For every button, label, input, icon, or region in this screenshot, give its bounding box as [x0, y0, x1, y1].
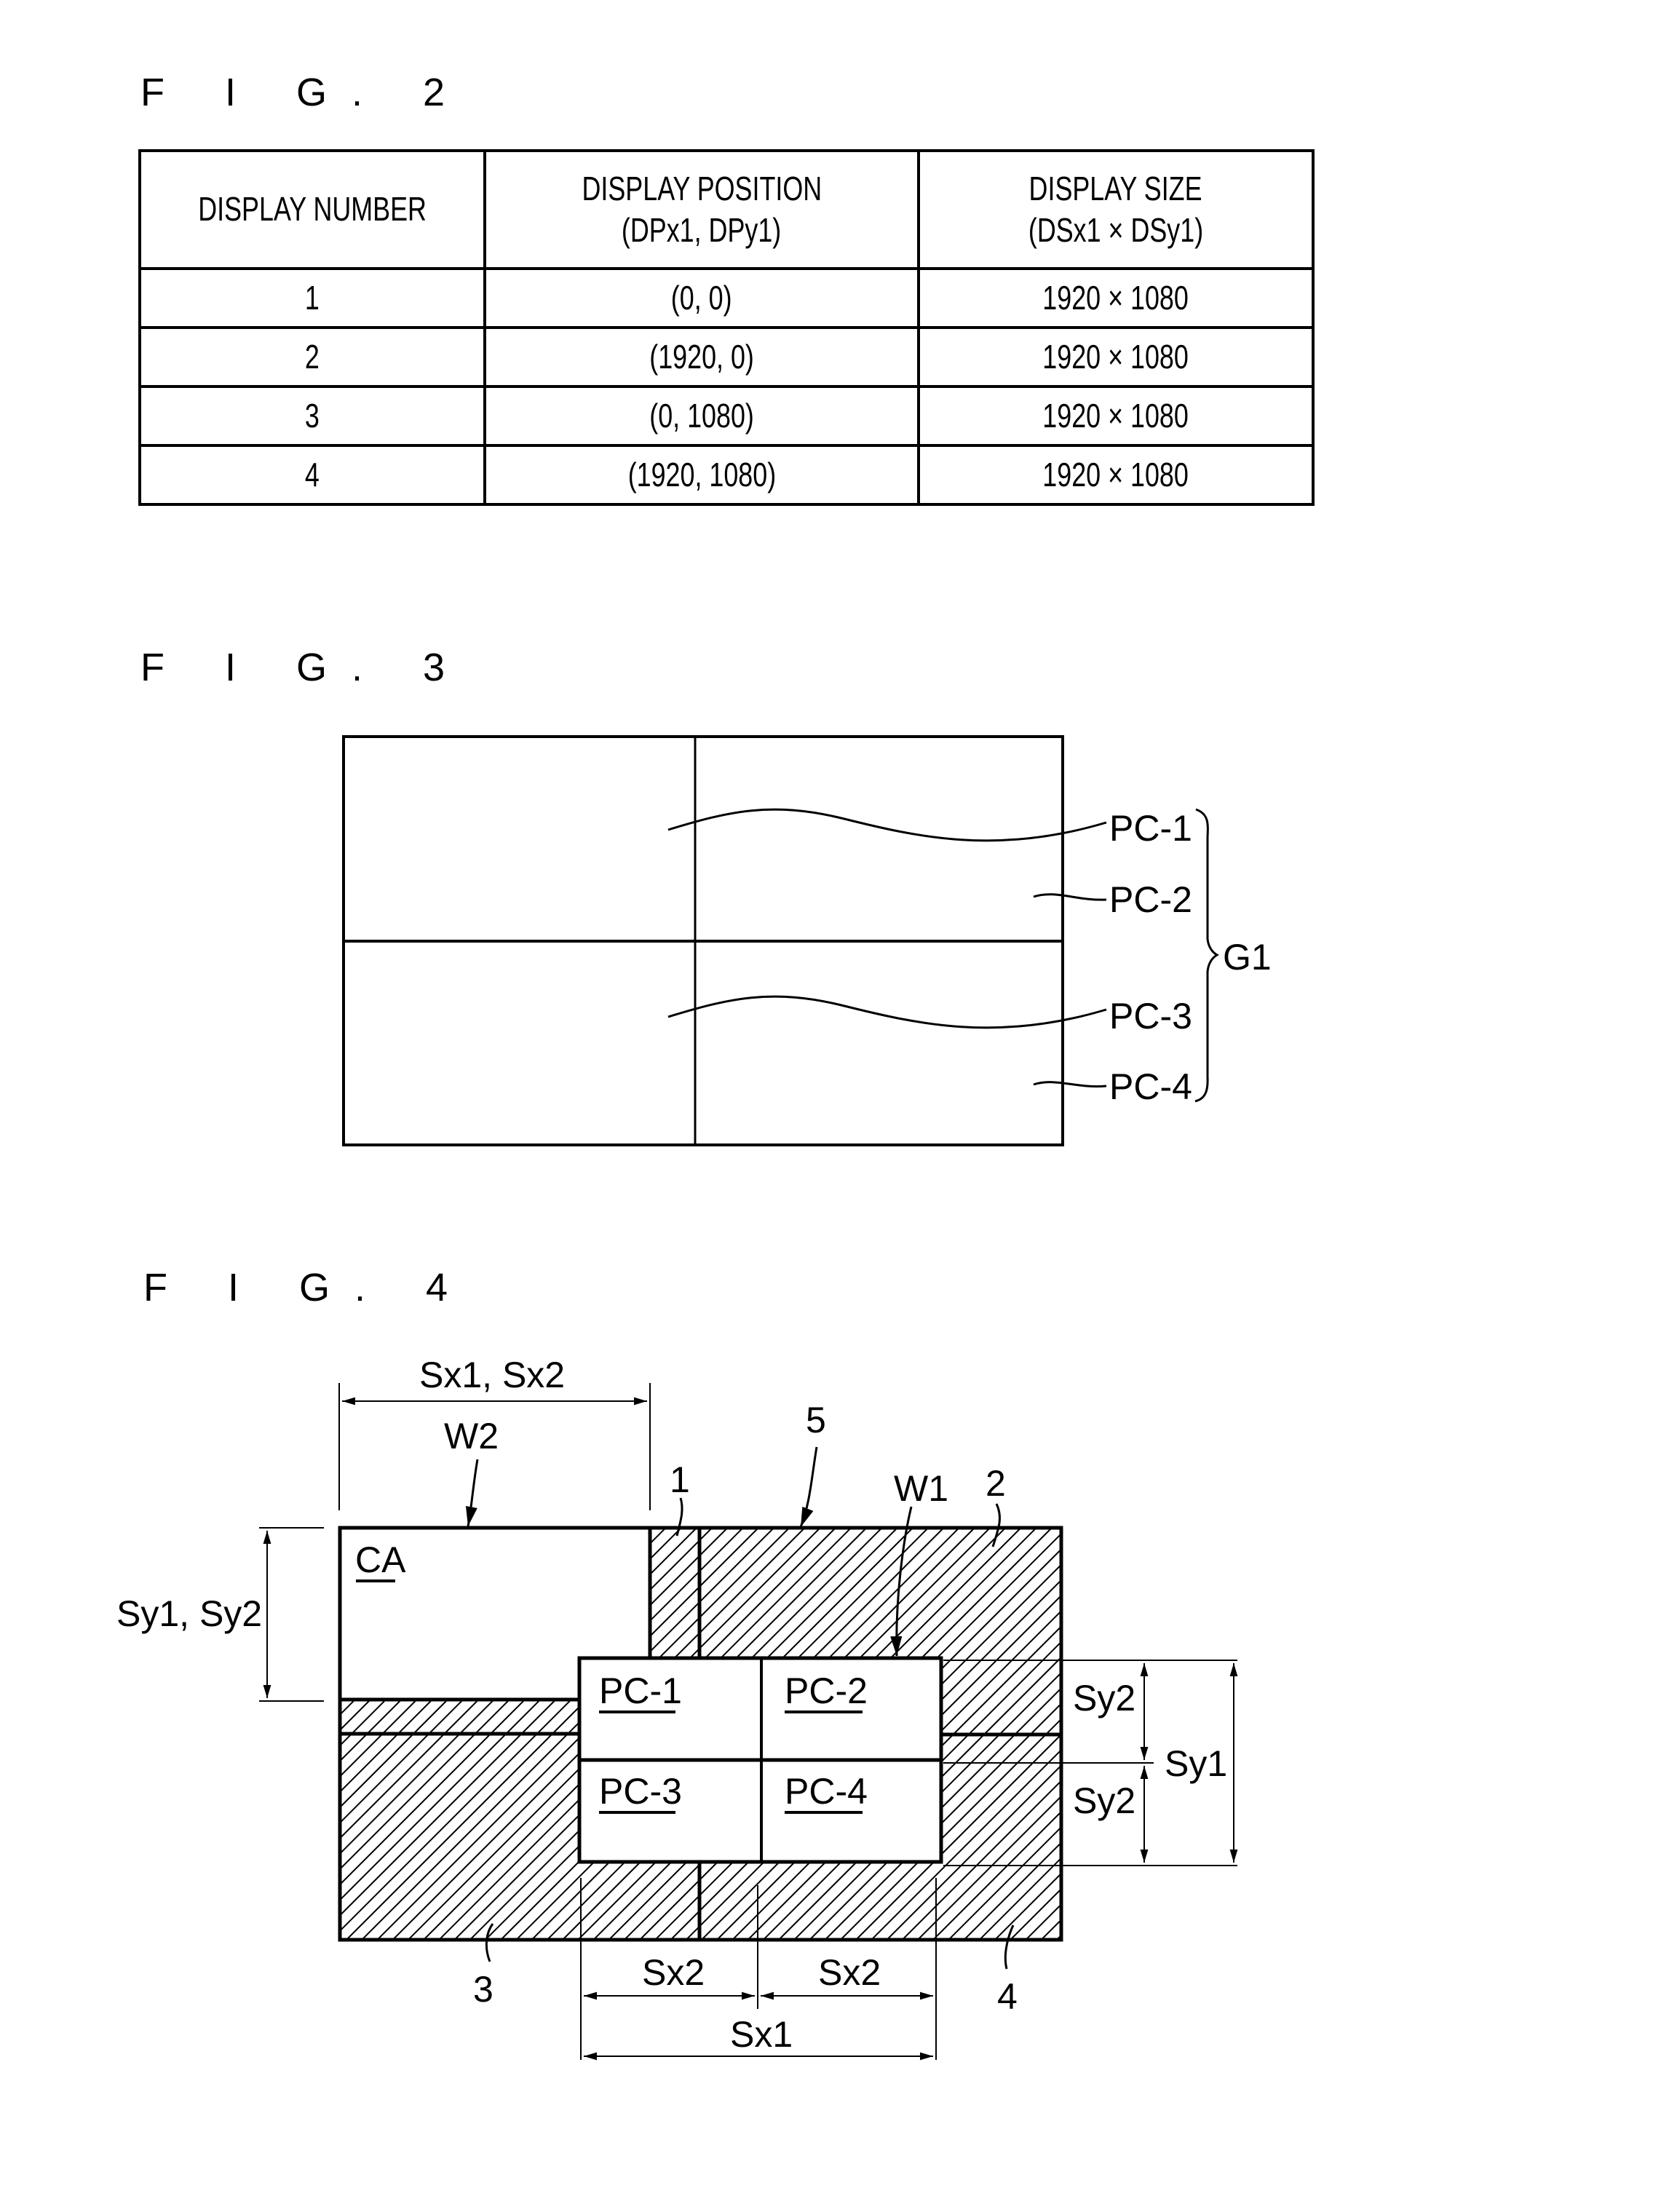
pane-label-pc3: PC-3: [599, 1771, 682, 1812]
label-w1: W1: [894, 1468, 948, 1509]
fig3-label-pc2: PC-2: [1109, 879, 1192, 920]
pane-label-pc4: PC-4: [785, 1771, 868, 1812]
label-w2: W2: [444, 1416, 499, 1456]
leader-screen5: [799, 1446, 818, 1528]
dim-label-bottom-right: Sx2: [818, 1952, 881, 1993]
pane-label-pc2: PC-2: [785, 1670, 868, 1711]
dim-label-right-lower: Sy2: [1073, 1780, 1135, 1821]
fig3-screen-grid: [342, 735, 1064, 1146]
fig3-label-g1: G1: [1223, 937, 1272, 978]
dim-label-bottom-left: Sx2: [642, 1952, 705, 1993]
fig4-virtual-screen: [338, 1526, 1063, 1942]
label-display-2: 2: [986, 1463, 1006, 1504]
dim-label-top: Sx1, Sx2: [419, 1355, 565, 1395]
label-screen-5: 5: [806, 1400, 826, 1440]
content-area-label: CA: [355, 1539, 406, 1580]
leader-pc3: [667, 995, 1107, 1029]
label-display-4: 4: [997, 1976, 1018, 2017]
leader-pc1: [667, 808, 1107, 842]
dim-label-bottom-total: Sx1: [730, 2014, 793, 2055]
dim-label-left: Sy1, Sy2: [116, 1593, 262, 1634]
figures-drawing: PC-1 PC-2 PC-3 PC-4 G1 CA PC-1 PC-2 PC-3…: [116, 735, 1272, 2061]
figure-4-label: F I G. 4: [143, 1266, 473, 1309]
dim-label-right-upper: Sy2: [1073, 1678, 1135, 1719]
fig3-label-pc3: PC-3: [1109, 996, 1192, 1036]
fig3-leader-lines: [667, 808, 1220, 1103]
fig3-label-pc4: PC-4: [1109, 1066, 1192, 1107]
pane-label-pc1: PC-1: [599, 1670, 682, 1711]
label-display-3: 3: [473, 1969, 493, 2010]
dim-label-right-total: Sy1: [1165, 1743, 1227, 1784]
leader-pc4: [1033, 1081, 1107, 1088]
leader-w2: [465, 1459, 479, 1527]
g1-brace: [1194, 808, 1220, 1103]
label-display-1: 1: [670, 1459, 690, 1500]
fig3-label-pc1: PC-1: [1109, 808, 1192, 849]
leader-pc2: [1033, 893, 1107, 901]
